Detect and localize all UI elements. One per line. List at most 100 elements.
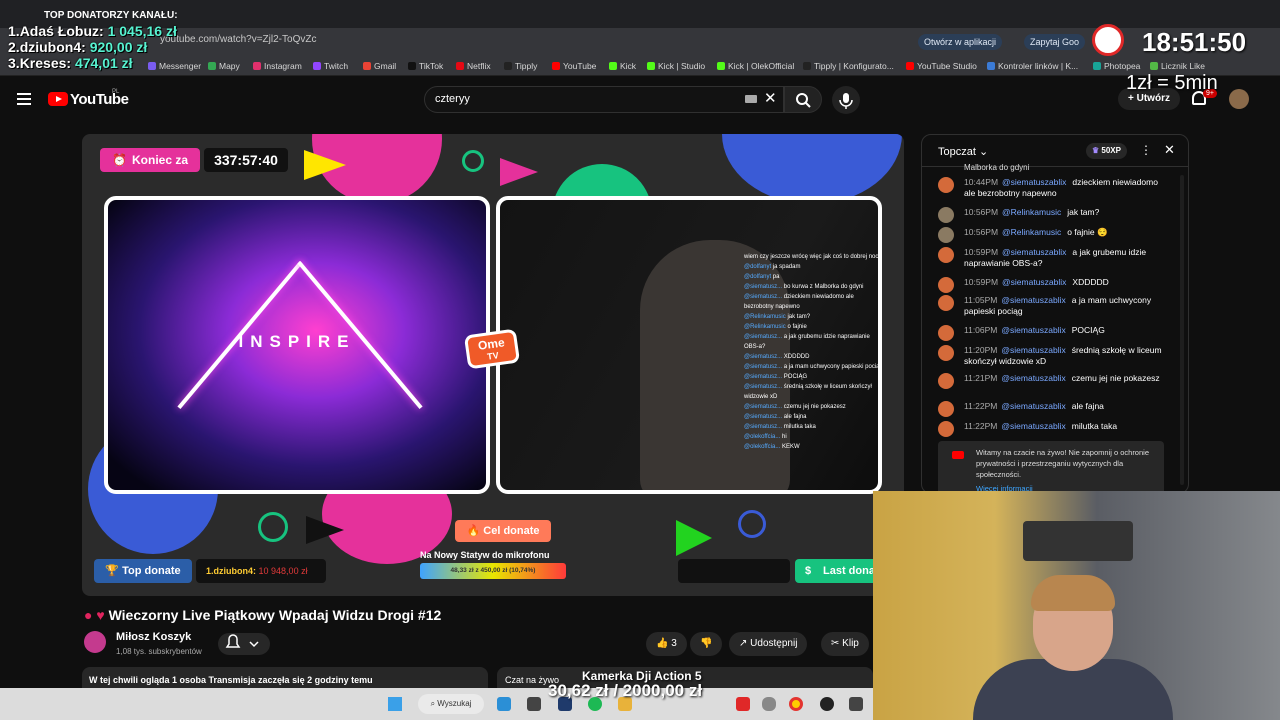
chat-message[interactable]: 11:05PM @siematuszablix a ja mam uchwycony… [938,295,1168,317]
chat-cut-text: Malborka do gdyni [964,163,1030,172]
chat-author[interactable]: @siematuszablix [1001,373,1065,383]
xp-badge[interactable]: ♛ 50XP [1086,143,1127,159]
chat-timestamp: 11:05PM [964,295,998,305]
chat-message[interactable]: 10:59PM @siematuszablix XDDDDD [938,277,1168,293]
youtube-app-icon[interactable] [736,697,750,711]
bookmark-favicon-icon [1150,62,1158,70]
close-icon[interactable]: ✕ [1164,142,1175,158]
bookmark-item[interactable]: Kontroler linków | K... [987,61,1078,71]
app-icon[interactable] [849,697,863,711]
chat-author[interactable]: @siematuszablix [1001,401,1065,411]
chat-avatar[interactable] [938,401,954,417]
chat-author[interactable]: @siematuszablix [1002,177,1066,187]
bookmark-item[interactable]: Kick | Studio [647,61,705,71]
notification-toggle-button[interactable] [218,633,270,655]
chat-author[interactable]: @siematuszablix [1001,295,1065,305]
windows-start-icon[interactable] [388,697,402,711]
keyboard-icon[interactable] [745,95,757,103]
chat-author[interactable]: @siematuszablix [1002,277,1066,287]
file-explorer-icon[interactable] [497,697,511,711]
donor-row: 1.Adaś Łobuz: 1 045,16 zł [8,23,177,39]
open-in-app-button[interactable]: Otwórz w aplikacji [918,34,1003,50]
chat-message[interactable]: 11:06PM @siematuszablix POCIĄG [938,325,1168,341]
chat-avatar[interactable] [938,345,954,361]
chat-text: czemu jej nie pokazesz [1071,373,1160,383]
bookmark-item[interactable]: YouTube Studio [906,61,977,71]
youtube-logo-icon[interactable] [48,92,68,106]
menu-icon[interactable] [17,93,31,105]
chat-avatar[interactable] [938,325,954,341]
bookmark-item[interactable]: Gmail [363,61,396,71]
stream-chat-line: @olekoffcia... hi [744,432,878,442]
chat-avatar[interactable] [938,227,954,243]
obs-icon[interactable] [820,697,834,711]
bookmark-item[interactable]: YouTube [552,61,596,71]
clear-search-icon[interactable]: ✕ [764,89,777,107]
bookmark-item[interactable]: Mapy [208,61,240,71]
chat-avatar[interactable] [938,207,954,223]
more-options-icon[interactable]: ⋮ [1140,143,1152,157]
chat-message[interactable]: 10:59PM @siematuszablix a jak grubemu idzi… [938,247,1168,269]
bookmark-item[interactable]: Tipply [504,61,537,71]
bookmark-item[interactable]: Tipply | Konfigurato... [803,61,894,71]
bookmark-item[interactable]: Photopea [1093,61,1140,71]
like-button[interactable]: 👍 3 [646,632,687,656]
chat-avatar[interactable] [938,373,954,389]
chat-scrollbar[interactable] [1180,175,1184,485]
taskbar-search[interactable]: ⌕ Wyszukaj [418,694,484,714]
ask-google-button[interactable]: Zapytaj Goo [1024,34,1086,50]
bookmark-item[interactable]: TikTok [408,61,443,71]
chat-author[interactable]: @Relinkamusic [1002,207,1061,217]
chat-author[interactable]: @siematuszablix [1001,421,1065,431]
chat-message[interactable]: 11:21PM @siematuszablix czemu jej nie poka… [938,373,1168,389]
bookmark-favicon-icon [504,62,512,70]
channel-name[interactable]: Miłosz Koszyk [116,631,191,643]
chat-author[interactable]: @siematuszablix [1002,247,1066,257]
chat-message[interactable]: 11:22PM @siematuszablix milutka taka [938,421,1168,437]
chat-author[interactable]: @Relinkamusic [1002,227,1061,237]
voice-search-button[interactable] [832,86,860,114]
bookmark-item[interactable]: Kick [609,61,636,71]
share-button[interactable]: ↗ Udostępnij [729,632,808,656]
video-player[interactable]: ⏰ Koniec za 337:57:40 INSPIRE wiem czy j… [82,134,904,596]
app-icon[interactable] [527,697,541,711]
chat-timestamp: 10:44PM [964,177,999,187]
bookmark-item[interactable]: Licznik Like [1150,61,1205,71]
chat-message[interactable]: 10:44PM @siematuszablix dzieckiem niewiado… [938,177,1168,199]
youtube-logo-text[interactable]: YouTube [70,91,129,108]
chat-avatar[interactable] [938,177,954,193]
mouse-icon[interactable] [762,697,776,711]
chat-author[interactable]: @siematuszablix [1001,325,1065,335]
chat-message[interactable]: 10:56PM @Relinkamusic jak tam? [938,207,1168,223]
stream-chat-overlay: wiem czy jeszcze wrócę więc jak coś to d… [744,252,878,452]
chat-avatar[interactable] [938,247,954,263]
bookmark-item[interactable]: Instagram [253,61,302,71]
welcome-text: Witamy na czacie na żywo! Nie zapomnij o… [976,448,1149,479]
chat-mode-dropdown[interactable]: Topczat ⌄ [938,145,988,158]
chat-avatar[interactable] [938,421,954,437]
subscriber-count: 1,08 tys. subskrybentów [116,647,202,656]
chat-message[interactable]: 11:20PM @siematuszablix średnią szkołę w l… [938,345,1168,367]
chat-avatar[interactable] [938,295,954,311]
chrome-icon[interactable] [789,697,803,711]
stream-chat-line: @siematusz... dzieckiem niewiadomo ale b… [744,292,878,312]
search-button[interactable] [784,86,822,113]
dislike-button[interactable]: 👎 [690,632,723,656]
chat-message[interactable]: 10:56PM @Relinkamusic o fajnie 😌 [938,227,1168,243]
channel-avatar[interactable] [84,631,106,653]
chat-message[interactable]: 11:22PM @siematuszablix ale fajna [938,401,1168,417]
bookmark-item[interactable]: Netflix [456,61,491,71]
search-input[interactable]: czteryy [424,86,784,113]
chat-author[interactable]: @siematuszablix [1001,345,1065,355]
chat-avatar[interactable] [938,277,954,293]
bookmark-item[interactable]: Kick | OlekOfficial [717,61,794,71]
stream-chat-text: pa [772,274,780,280]
bookmark-item[interactable]: Twitch [313,61,348,71]
stream-chat-text: czemu jej nie pokazesz [783,404,846,410]
live-chat-panel[interactable]: Topczat ⌄ ♛ 50XP ⋮ ✕ Malborka do gdyni 1… [921,134,1189,494]
account-avatar[interactable] [1229,89,1249,109]
stream-chat-user: @siematusz... [744,364,783,370]
stream-chat-user: @siematusz... [744,424,783,430]
clip-button[interactable]: ✂ Klip [821,632,869,656]
decor-circle [722,134,902,204]
